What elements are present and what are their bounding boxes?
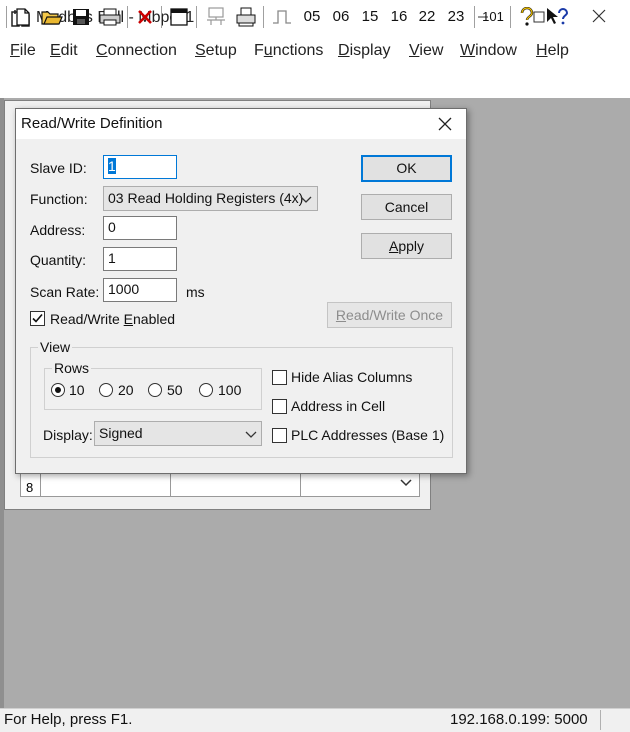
function-16-button[interactable]: 16 xyxy=(387,5,411,29)
address-input[interactable]: 0 xyxy=(103,216,177,240)
connect-icon[interactable] xyxy=(204,5,228,29)
slave-id-input[interactable]: 1 xyxy=(103,155,177,179)
toolbar-separator xyxy=(510,6,511,28)
rows-50-radio[interactable] xyxy=(148,383,162,397)
hide-alias-columns-label[interactable]: Hide Alias Columns xyxy=(291,369,412,385)
menu-file[interactable]: File xyxy=(10,42,36,60)
address-label: Address: xyxy=(30,222,86,238)
toolbar-separator xyxy=(6,6,7,28)
toolbar-separator xyxy=(474,6,475,28)
row-number: 8 xyxy=(26,480,34,495)
grid-column-divider xyxy=(40,471,41,496)
context-help-icon[interactable] xyxy=(544,5,570,29)
quantity-input[interactable]: 1 xyxy=(103,247,177,271)
toolbar xyxy=(0,64,630,99)
display-label: Display: xyxy=(43,427,93,443)
menu-view[interactable]: View xyxy=(409,42,443,60)
slave-id-label: Slave ID: xyxy=(30,160,87,176)
new-document-icon[interactable] xyxy=(12,5,34,29)
toolbar-separator xyxy=(196,6,197,28)
rows-10-radio[interactable] xyxy=(51,383,65,397)
rows-100-radio[interactable] xyxy=(199,383,213,397)
scan-rate-label: Scan Rate: xyxy=(30,284,100,300)
rows-group-title: Rows xyxy=(52,360,92,376)
function-06-button[interactable]: 06 xyxy=(329,5,353,29)
rows-20-label[interactable]: 20 xyxy=(118,382,134,398)
plc-addresses-label[interactable]: PLC Addresses (Base 1) xyxy=(291,427,444,443)
rows-50-label[interactable]: 50 xyxy=(167,382,183,398)
read-write-enabled-checkbox[interactable] xyxy=(30,311,45,326)
address-in-cell-label[interactable]: Address in Cell xyxy=(291,398,385,414)
menu-connection[interactable]: Connection xyxy=(96,42,177,60)
window-frame-icon[interactable] xyxy=(168,5,190,29)
apply-button[interactable]: Apply xyxy=(361,233,452,259)
function-23-button[interactable]: 23 xyxy=(444,5,468,29)
display-dropdown-arrow-icon[interactable] xyxy=(245,428,257,442)
function-15-button[interactable]: 15 xyxy=(358,5,382,29)
scan-rate-unit: ms xyxy=(186,284,205,300)
save-disk-icon[interactable] xyxy=(70,5,92,29)
menu-help[interactable]: Help xyxy=(536,42,569,60)
toolbar-separator xyxy=(127,6,128,28)
status-help-text: For Help, press F1. xyxy=(4,711,133,728)
ok-button[interactable]: OK xyxy=(361,155,452,182)
hide-alias-columns-checkbox[interactable] xyxy=(272,370,287,385)
display-select[interactable]: Signed xyxy=(94,421,262,446)
data-grid xyxy=(20,470,420,497)
disconnect-printer-icon[interactable] xyxy=(234,5,258,29)
plc-addresses-checkbox[interactable] xyxy=(272,428,287,443)
function-101-button[interactable]: 101 xyxy=(480,5,506,29)
grid-column-divider xyxy=(170,471,171,496)
function-dropdown-arrow-icon[interactable] xyxy=(300,193,312,207)
toolbar-separator xyxy=(263,6,264,28)
menu-functions[interactable]: Functions xyxy=(254,42,323,60)
rows-10-label[interactable]: 10 xyxy=(69,382,85,398)
help-icon[interactable] xyxy=(516,5,538,29)
toolbar-separator xyxy=(161,6,162,28)
grid-column-divider xyxy=(300,471,301,496)
menu-setup[interactable]: Setup xyxy=(195,42,237,60)
read-write-enabled-label[interactable]: Read/Write Enabled xyxy=(50,311,175,327)
scroll-down-arrow-icon[interactable] xyxy=(394,471,418,495)
function-label: Function: xyxy=(30,191,88,207)
pulse-icon[interactable] xyxy=(270,5,294,29)
status-divider xyxy=(600,710,601,730)
menu-display[interactable]: Display xyxy=(338,42,390,60)
function-05-button[interactable]: 05 xyxy=(300,5,324,29)
close-button[interactable] xyxy=(576,4,622,34)
quantity-label: Quantity: xyxy=(30,252,87,268)
delete-cross-icon[interactable] xyxy=(134,5,156,29)
dialog-close-button[interactable] xyxy=(430,110,460,138)
function-22-button[interactable]: 22 xyxy=(415,5,439,29)
view-group-title: View xyxy=(38,339,73,355)
scan-rate-input[interactable]: 1000 xyxy=(103,278,177,302)
read-write-once-button[interactable]: Read/Write Once xyxy=(327,302,452,328)
open-folder-icon[interactable] xyxy=(40,5,64,29)
address-in-cell-checkbox[interactable] xyxy=(272,399,287,414)
menu-edit[interactable]: Edit xyxy=(50,42,78,60)
status-connection: 192.168.0.199: 5000 xyxy=(450,711,588,728)
cancel-button[interactable]: Cancel xyxy=(361,194,452,220)
dialog-title: Read/Write Definition xyxy=(21,115,163,132)
menu-window[interactable]: Window xyxy=(460,42,517,60)
print-icon[interactable] xyxy=(98,5,122,29)
rows-100-label[interactable]: 100 xyxy=(218,382,241,398)
function-select[interactable]: 03 Read Holding Registers (4x) xyxy=(103,186,318,211)
rows-20-radio[interactable] xyxy=(99,383,113,397)
